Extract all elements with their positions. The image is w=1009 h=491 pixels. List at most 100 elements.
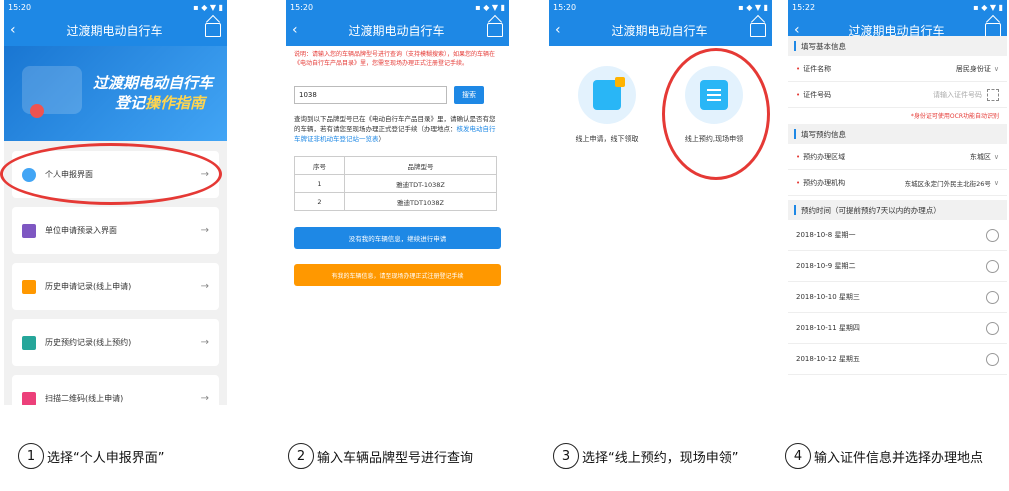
menu-item-unit[interactable]: 单位申请预录入界面 → bbox=[12, 207, 219, 254]
status-time: 15:22 bbox=[792, 2, 816, 12]
menu-label: 历史申请记录(线上申请) bbox=[45, 282, 132, 291]
status-bar: 15:22 ▪ ◆ ▼ ▮ bbox=[788, 0, 1007, 14]
status-icons: ▪ ◆ ▼ ▮ bbox=[193, 2, 223, 12]
field-value: 东城区 bbox=[969, 152, 991, 161]
step-text: 输入证件信息并选择办理地点 bbox=[814, 450, 984, 466]
scan-icon[interactable] bbox=[987, 88, 999, 101]
radio-button[interactable] bbox=[986, 228, 999, 242]
onsite-register-button[interactable]: 有我的车辆信息，请至现场办理正式注册登记手续 bbox=[294, 264, 501, 286]
back-icon[interactable]: ‹ bbox=[555, 22, 569, 38]
section-appointment-time: 预约时间（可提前预约7天以内的办理点） bbox=[788, 200, 1007, 220]
building-icon bbox=[22, 223, 36, 238]
step-caption-1: 1 选择“个人申报界面” bbox=[18, 443, 164, 469]
menu-label: 历史预约记录(线上预约) bbox=[45, 338, 132, 347]
id-number-field[interactable]: • 证件号码 请输入证件号码 bbox=[788, 82, 1007, 108]
menu-label: 单位申请预录入界面 bbox=[45, 226, 117, 235]
banner-line2: 登记操作指南 bbox=[114, 94, 205, 112]
section-appointment-info: 填写预约信息 bbox=[788, 124, 1007, 144]
field-label: 证件名称 bbox=[803, 64, 832, 73]
table-header: 品牌型号 bbox=[344, 156, 497, 175]
step-number: 1 bbox=[18, 443, 44, 469]
area-select[interactable]: • 预约办理区域 东城区 ∨ bbox=[788, 144, 1007, 170]
chevron-down-icon: ∨ bbox=[993, 64, 999, 73]
arrow-right-icon: → bbox=[200, 393, 209, 404]
radio-button[interactable] bbox=[986, 321, 999, 335]
date-option[interactable]: 2018-10-11 星期四 bbox=[788, 313, 1007, 344]
date-option[interactable]: 2018-10-10 星期三 bbox=[788, 282, 1007, 313]
field-label: 预约办理机构 bbox=[803, 178, 846, 187]
radio-button[interactable] bbox=[986, 259, 999, 273]
step-number: 2 bbox=[288, 443, 314, 469]
arrow-right-icon: → bbox=[200, 281, 209, 292]
date-option[interactable]: 2018-10-12 星期五 bbox=[788, 344, 1007, 375]
home-icon[interactable] bbox=[984, 23, 1001, 37]
table-row: 2 雅迪TDT1038Z bbox=[294, 192, 497, 211]
continue-apply-button[interactable]: 没有我的车辆信息，继续进行申请 bbox=[294, 227, 501, 249]
scooter-illustration bbox=[22, 66, 82, 118]
highlight-ellipse-1 bbox=[0, 143, 222, 205]
menu-label: 扫描二维码(线上申请) bbox=[45, 394, 124, 403]
page-title: 过渡期电动自行车 bbox=[348, 23, 445, 38]
qr-icon bbox=[22, 391, 36, 405]
option-label: 线上申请，线下领取 bbox=[575, 135, 639, 143]
status-bar: 15:20 ▪ ◆ ▼ ▮ bbox=[549, 0, 772, 14]
page-title: 过渡期电动自行车 bbox=[611, 23, 708, 38]
status-time: 15:20 bbox=[290, 2, 314, 12]
chevron-down-icon: ∨ bbox=[993, 152, 999, 161]
status-bar: 15:20 ▪ ◆ ▼ ▮ bbox=[4, 0, 227, 14]
step-text: 选择“个人申报界面” bbox=[47, 450, 165, 466]
edit-card-icon bbox=[578, 66, 636, 124]
back-icon[interactable]: ‹ bbox=[10, 22, 24, 38]
guide-banner: 过渡期电动自行车 登记操作指南 bbox=[4, 46, 227, 141]
banner-line1: 过渡期电动自行车 bbox=[92, 74, 213, 92]
step-number: 3 bbox=[553, 443, 579, 469]
phone-screen-2: 15:20 ▪ ◆ ▼ ▮ ‹ 过渡期电动自行车 说明：请输入您的车辆品牌型号进行… bbox=[286, 0, 509, 405]
search-button[interactable]: 搜索 bbox=[454, 86, 484, 104]
section-basic-info: 填写基本信息 bbox=[788, 36, 1007, 56]
field-label: 预约办理区域 bbox=[803, 152, 846, 161]
table-header: 序号 bbox=[294, 156, 345, 175]
date-option[interactable]: 2018-10-8 星期一 bbox=[788, 220, 1007, 251]
menu-item-scan-qr[interactable]: 扫描二维码(线上申请) → bbox=[12, 375, 219, 405]
status-time: 15:20 bbox=[8, 2, 32, 12]
id-number-input[interactable]: 请输入证件号码 bbox=[933, 90, 982, 100]
clipboard-icon bbox=[22, 279, 36, 294]
home-icon[interactable] bbox=[204, 23, 221, 37]
status-icons: ▪ ◆ ▼ ▮ bbox=[973, 2, 1003, 12]
page-title: 过渡期电动自行车 bbox=[66, 23, 163, 38]
step-caption-3: 3 选择“线上预约，现场申领” bbox=[553, 443, 738, 469]
chevron-down-icon: ∨ bbox=[993, 178, 999, 187]
field-value: 东城区永定门外民主北街26号 bbox=[904, 179, 991, 188]
option-online-apply[interactable]: 线上申请，线下领取 bbox=[557, 66, 657, 144]
title-bar: ‹ 过渡期电动自行车 bbox=[549, 14, 772, 46]
table-row: 1 雅迪TDT-1038Z bbox=[294, 174, 497, 193]
field-value: 居民身份证 bbox=[955, 64, 991, 73]
step-text: 输入车辆品牌型号进行查询 bbox=[317, 450, 474, 466]
home-icon[interactable] bbox=[749, 23, 766, 37]
phone-screen-4: 15:22 ▪ ◆ ▼ ▮ ‹ 过渡期电动自行车 填写基本信息 • 证件名称 居民身份… bbox=[788, 0, 1007, 405]
status-icons: ▪ ◆ ▼ ▮ bbox=[738, 2, 768, 12]
step-number: 4 bbox=[785, 443, 811, 469]
highlight-ellipse-3 bbox=[662, 48, 770, 180]
search-row: 1038 搜索 bbox=[286, 80, 509, 110]
status-time: 15:20 bbox=[553, 2, 577, 12]
back-icon[interactable]: ‹ bbox=[292, 22, 306, 38]
arrow-right-icon: → bbox=[200, 337, 209, 348]
search-input[interactable]: 1038 bbox=[294, 86, 447, 104]
radio-button[interactable] bbox=[986, 290, 999, 304]
date-option[interactable]: 2018-10-9 星期二 bbox=[788, 251, 1007, 282]
org-select[interactable]: • 预约办理机构 东城区永定门外民主北街26号 ∨ bbox=[788, 170, 1007, 196]
menu-item-history-apply[interactable]: 历史申请记录(线上申请) → bbox=[12, 263, 219, 310]
home-icon[interactable] bbox=[486, 23, 503, 37]
arrow-right-icon: → bbox=[200, 225, 209, 236]
title-bar: ‹ 过渡期电动自行车 bbox=[4, 14, 227, 46]
ocr-note: *身份证可使用OCR功能自动识别 bbox=[910, 113, 999, 120]
status-bar: 15:20 ▪ ◆ ▼ ▮ bbox=[286, 0, 509, 14]
menu-item-history-appointment[interactable]: 历史预约记录(线上预约) → bbox=[12, 319, 219, 366]
step-caption-2: 2 输入车辆品牌型号进行查询 bbox=[288, 443, 473, 469]
result-text: 查询到以下品牌型号已在《电动自行车产品目录》里，请确认是否有您的车辆，若有请您至… bbox=[294, 115, 496, 143]
id-type-field[interactable]: • 证件名称 居民身份证 ∨ bbox=[788, 56, 1007, 82]
notice-text: 说明：请输入您的车辆品牌型号进行查询（支持模糊搜索），如果您的车辆在《电动自行车… bbox=[294, 51, 496, 67]
model-table: 序号 品牌型号 1 雅迪TDT-1038Z 2 雅迪TDT1038Z bbox=[294, 156, 497, 211]
radio-button[interactable] bbox=[986, 352, 999, 366]
